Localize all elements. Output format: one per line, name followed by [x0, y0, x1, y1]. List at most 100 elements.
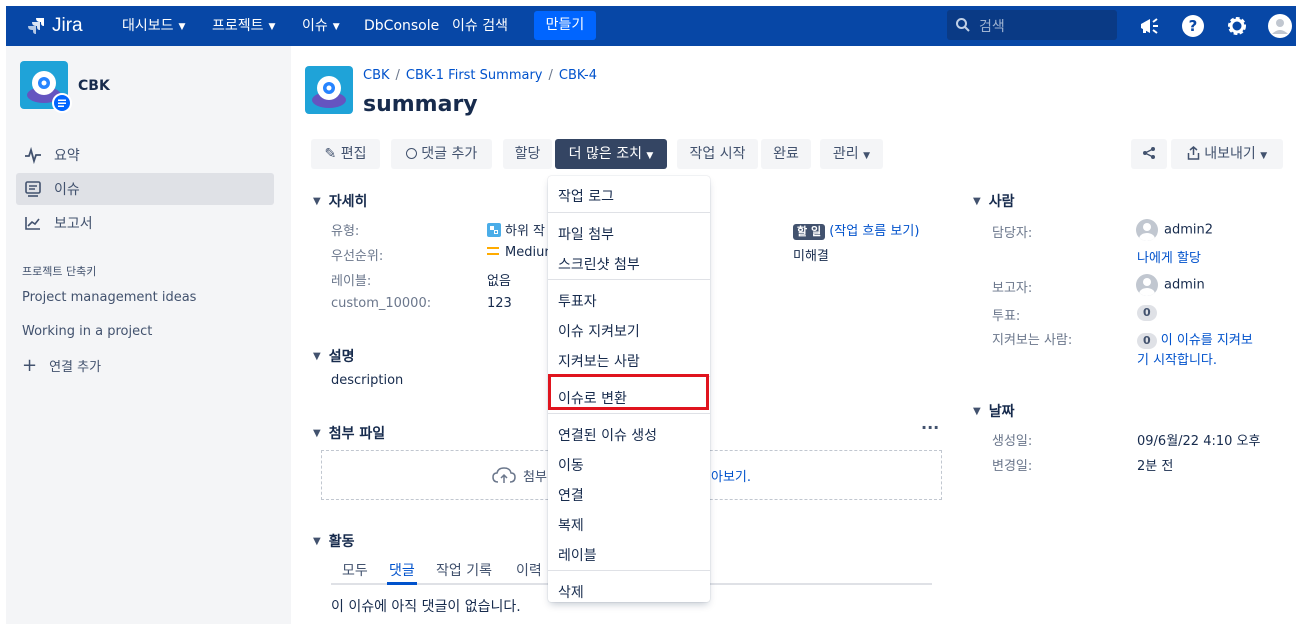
- megaphone-icon[interactable]: [1137, 14, 1161, 38]
- menu-item-link[interactable]: 연결: [558, 485, 584, 505]
- create-button[interactable]: 만들기: [534, 11, 596, 40]
- shortcut-link[interactable]: Working in a project: [22, 324, 152, 339]
- sidebar-item-reports[interactable]: 보고서: [16, 207, 274, 239]
- highlight-box: [548, 374, 709, 410]
- dates-heading: 날짜: [988, 404, 1015, 420]
- attachments-section-toggle[interactable]: ▼ 첨부 파일: [313, 423, 385, 443]
- settings-icon[interactable]: [1225, 14, 1249, 38]
- details-section-toggle[interactable]: ▼ 자세히: [313, 191, 367, 211]
- assignee-value[interactable]: admin2: [1136, 219, 1213, 241]
- sidebar-item-issues[interactable]: 이슈: [16, 173, 274, 205]
- tab-all[interactable]: 모두: [342, 560, 368, 580]
- menu-item-watch-issue[interactable]: 이슈 지켜보기: [558, 321, 640, 341]
- project-avatar[interactable]: [20, 61, 72, 113]
- updated-value: 2분 전: [1137, 459, 1174, 474]
- votes-count[interactable]: 0: [1137, 305, 1157, 321]
- start-watching-link-cont[interactable]: 기 시작합니다.: [1137, 349, 1217, 368]
- view-workflow-link[interactable]: (작업 흐름 보기): [829, 224, 919, 239]
- breadcrumb-project[interactable]: CBK: [363, 68, 390, 83]
- priority-value: Medium: [487, 245, 557, 260]
- menu-item-attach-screenshot[interactable]: 스크린샷 첨부: [558, 254, 640, 274]
- nav-issues[interactable]: 이슈 ▼: [302, 6, 340, 46]
- menu-item-labels[interactable]: 레이블: [558, 545, 597, 565]
- menu-item-move[interactable]: 이동: [558, 455, 584, 475]
- share-button[interactable]: [1131, 139, 1167, 169]
- chevron-down-icon: ▼: [646, 151, 654, 161]
- user-avatar-icon: [1136, 219, 1158, 241]
- nav-dashboards[interactable]: 대시보드 ▼: [122, 6, 185, 46]
- comment-icon: [405, 148, 417, 159]
- breadcrumb-parent[interactable]: CBK-1 First Summary: [406, 68, 543, 83]
- admin-button[interactable]: 관리 ▼: [820, 139, 883, 169]
- assign-button[interactable]: 할당: [503, 139, 552, 169]
- menu-item-clone[interactable]: 복제: [558, 515, 584, 535]
- attachments-heading: 첨부 파일: [328, 426, 386, 442]
- watchers-lozenge[interactable]: 0: [1137, 333, 1157, 349]
- reports-icon: [25, 217, 40, 230]
- people-section-toggle[interactable]: ▼ 사람: [973, 191, 1014, 211]
- edit-button[interactable]: ✎ 편집: [311, 139, 380, 169]
- nav-issues-label: 이슈: [302, 18, 328, 34]
- add-comment-button[interactable]: 댓글 추가: [391, 139, 492, 169]
- activity-section-toggle[interactable]: ▼ 활동: [313, 531, 354, 551]
- reporter-value[interactable]: admin: [1136, 274, 1205, 296]
- reporter-label: 보고자:: [992, 281, 1033, 296]
- issue-title[interactable]: summary: [363, 92, 478, 117]
- description-text[interactable]: description: [331, 373, 403, 388]
- start-progress-button[interactable]: 작업 시작: [677, 139, 758, 169]
- add-comment-label: 댓글 추가: [421, 146, 478, 162]
- chevron-down-icon: ▼: [863, 151, 871, 161]
- menu-item-log-work[interactable]: 작업 로그: [558, 186, 614, 206]
- assign-to-me-link[interactable]: 나에게 할당: [1137, 247, 1201, 266]
- browse-link[interactable]: 아보기.: [711, 466, 751, 485]
- activity-heading: 활동: [328, 534, 355, 550]
- add-link-button[interactable]: + 연결 추가: [22, 356, 101, 375]
- svg-text:?: ?: [1189, 17, 1198, 35]
- menu-item-watchers[interactable]: 지켜보는 사람: [558, 351, 640, 371]
- shortcut-link[interactable]: Project management ideas: [22, 290, 196, 305]
- tab-history[interactable]: 이력: [516, 560, 542, 580]
- search-input[interactable]: 검색: [947, 10, 1117, 40]
- menu-item-voters[interactable]: 투표자: [558, 291, 597, 311]
- tab-comments[interactable]: 댓글: [389, 560, 415, 580]
- export-button[interactable]: 내보내기 ▼: [1171, 139, 1283, 169]
- sidebar-item-summary[interactable]: 요약: [16, 139, 274, 171]
- assignee-name: admin2: [1164, 222, 1214, 238]
- menu-item-create-linked-issue[interactable]: 연결된 이슈 생성: [558, 425, 657, 445]
- sidebar-item-label: 요약: [54, 148, 80, 164]
- nav-issue-search[interactable]: 이슈 검색: [452, 6, 508, 46]
- chevron-down-icon: ▼: [313, 535, 321, 547]
- dates-section-toggle[interactable]: ▼ 날짜: [973, 401, 1014, 421]
- field-label: custom_10000:: [331, 296, 432, 311]
- description-section-toggle[interactable]: ▼ 설명: [313, 346, 354, 366]
- search-icon: [956, 18, 970, 32]
- jira-window: Jira 대시보드 ▼ 프로젝트 ▼ 이슈 ▼ DbConsole 이슈 검색 만들기…: [6, 6, 1296, 624]
- top-navigation: Jira 대시보드 ▼ 프로젝트 ▼ 이슈 ▼ DbConsole 이슈 검색 만들기…: [6, 6, 1296, 46]
- menu-divider: [548, 212, 710, 213]
- sidebar-item-label: 이슈: [54, 182, 80, 198]
- project-name: CBK: [78, 78, 110, 94]
- issue-project-avatar[interactable]: [305, 66, 353, 114]
- more-actions-button[interactable]: 더 많은 조치 ▼: [555, 139, 667, 169]
- user-avatar[interactable]: [1268, 14, 1292, 38]
- start-watching-link[interactable]: 이 이슈를 지켜보: [1161, 333, 1253, 348]
- updated-label: 변경일:: [992, 459, 1033, 474]
- details-heading: 자세히: [328, 194, 368, 210]
- labels-value: 없음: [487, 274, 511, 289]
- jira-logo[interactable]: Jira: [26, 14, 83, 38]
- jira-logo-icon: [28, 18, 44, 34]
- menu-item-attach-file[interactable]: 파일 첨부: [558, 224, 614, 244]
- help-icon[interactable]: ?: [1181, 14, 1205, 38]
- menu-item-delete[interactable]: 삭제: [558, 582, 584, 602]
- issue-view: CBK / CBK-1 First Summary / CBK-4 summary …: [291, 46, 1296, 624]
- sidebar-item-label: 보고서: [54, 216, 93, 232]
- attachments-options-icon[interactable]: ···: [921, 418, 939, 437]
- nav-dbconsole-label: DbConsole: [364, 18, 440, 34]
- nav-dbconsole[interactable]: DbConsole: [364, 6, 439, 46]
- watchers-label: 지켜보는 사람:: [992, 333, 1073, 348]
- nav-projects[interactable]: 프로젝트 ▼: [212, 6, 275, 46]
- tab-worklog[interactable]: 작업 기록: [436, 560, 492, 580]
- done-button[interactable]: 완료: [761, 139, 811, 169]
- breadcrumb-issue-key[interactable]: CBK-4: [559, 68, 597, 83]
- watchers-value: 0 이 이슈를 지켜보: [1137, 329, 1253, 349]
